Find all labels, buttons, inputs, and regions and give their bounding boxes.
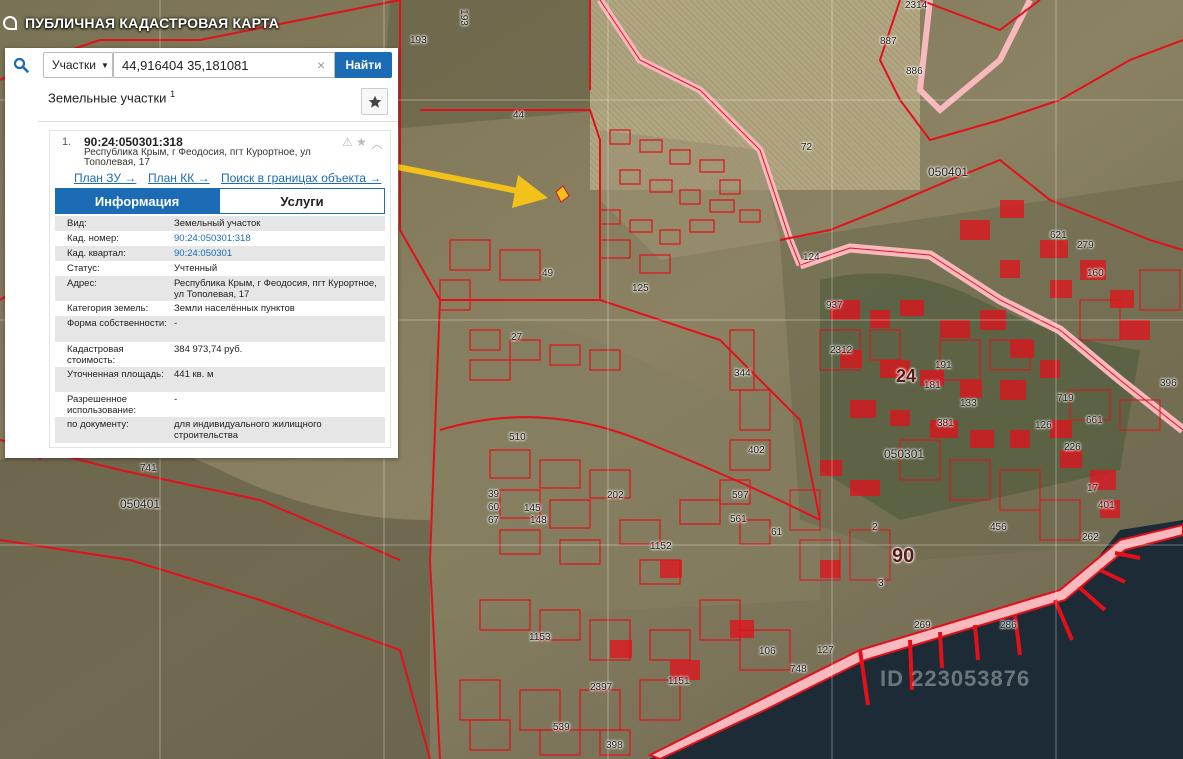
- object-type-label: Участки: [52, 58, 96, 72]
- info-value: Учтенный: [174, 263, 218, 274]
- plan-zu-link[interactable]: План ЗУ →: [74, 171, 136, 185]
- favorites-button[interactable]: [361, 88, 388, 115]
- search-icon[interactable]: [5, 48, 37, 82]
- info-row: Кад. квартал: 90:24:050301: [55, 246, 385, 261]
- tab-services[interactable]: Услуги: [219, 188, 385, 214]
- divider: [38, 121, 398, 122]
- info-row: Кад. номер: 90:24:050301:318: [55, 231, 385, 246]
- info-value: Земельный участок: [174, 218, 261, 229]
- results-count: 1: [170, 89, 176, 99]
- info-key: Кад. номер:: [67, 233, 119, 244]
- info-value-link[interactable]: 90:24:050301:318: [174, 233, 379, 244]
- app-title: ПУБЛИЧНАЯ КАДАСТРОВАЯ КАРТА: [25, 15, 280, 31]
- info-key: Вид:: [67, 218, 87, 229]
- object-type-select[interactable]: Участки ▼: [43, 52, 113, 78]
- watermark: ID 223053876: [880, 666, 1031, 691]
- info-row: Статус: Учтенный: [55, 261, 385, 276]
- info-value: -: [174, 394, 178, 405]
- info-key: Категория земель:: [67, 303, 149, 314]
- info-key: Кад. квартал:: [67, 248, 126, 259]
- info-row: Кадастровая стоимость: 384 973,74 руб.: [55, 342, 385, 367]
- result-tabs: Информация Услуги: [55, 188, 385, 214]
- search-panel: Участки ▼ 44,916404 35,181081 × Найти Зе…: [5, 48, 398, 458]
- chevron-up-icon[interactable]: ︿: [371, 135, 383, 152]
- search-in-bounds-link[interactable]: Поиск в границах объекта →: [221, 171, 381, 185]
- app-header: ПУБЛИЧНАЯ КАДАСТРОВАЯ КАРТА: [0, 8, 279, 38]
- info-row: по документу: для индивидуального жилищн…: [55, 417, 385, 443]
- result-address: Республика Крым, г Феодосия, пгт Курортн…: [84, 147, 311, 168]
- info-value: 441 кв. м: [174, 369, 214, 380]
- tab-information[interactable]: Информация: [55, 188, 219, 214]
- info-row: Уточненная площадь: 441 кв. м: [55, 367, 385, 392]
- info-key: Статус:: [67, 263, 100, 274]
- info-value: для индивидуального жилищного строительс…: [174, 419, 322, 441]
- info-row: Разрешенное использование: -: [55, 392, 385, 417]
- results-heading: Земельные участки 1: [48, 89, 175, 105]
- info-row: Адрес: Республика Крым, г Феодосия, пгт …: [55, 276, 385, 301]
- info-value-link[interactable]: 90:24:050301: [174, 248, 379, 259]
- info-key: Кадастровая стоимость:: [67, 344, 124, 366]
- search-input[interactable]: 44,916404 35,181081: [113, 52, 335, 78]
- info-row: Форма собственности: -: [55, 316, 385, 342]
- star-icon: [368, 95, 381, 108]
- result-card[interactable]: 1. 90:24:050301:318 Республика Крым, г Ф…: [49, 130, 391, 448]
- info-key: по документу:: [67, 419, 129, 430]
- plan-kk-link[interactable]: План КК →: [148, 171, 210, 185]
- info-value: Земли населённых пунктов: [174, 303, 295, 314]
- find-button[interactable]: Найти: [335, 52, 392, 78]
- star-icon[interactable]: ★: [356, 135, 367, 149]
- info-value: Республика Крым, г Феодосия, пгт Курортн…: [174, 278, 377, 300]
- map-logo-icon: [3, 16, 17, 30]
- results-heading-label: Земельные участки: [48, 90, 167, 106]
- info-row: Вид: Земельный участок: [55, 216, 385, 231]
- chevron-down-icon: ▼: [101, 60, 109, 70]
- info-key: Адрес:: [67, 278, 97, 289]
- info-row: Категория земель: Земли населённых пункт…: [55, 301, 385, 316]
- info-key: Форма собственности:: [67, 318, 167, 329]
- info-value: -: [174, 318, 178, 329]
- info-key: Разрешенное использование:: [67, 394, 137, 416]
- info-value: 384 973,74 руб.: [174, 344, 243, 355]
- info-table: Вид: Земельный участок Кад. номер: 90:24…: [55, 216, 385, 443]
- result-index: 1.: [62, 136, 72, 148]
- info-key: Уточненная площадь:: [67, 369, 164, 380]
- search-bar: Участки ▼ 44,916404 35,181081 × Найти: [5, 48, 398, 82]
- clear-icon[interactable]: ×: [317, 57, 325, 73]
- warning-icon[interactable]: ⚠: [342, 135, 353, 149]
